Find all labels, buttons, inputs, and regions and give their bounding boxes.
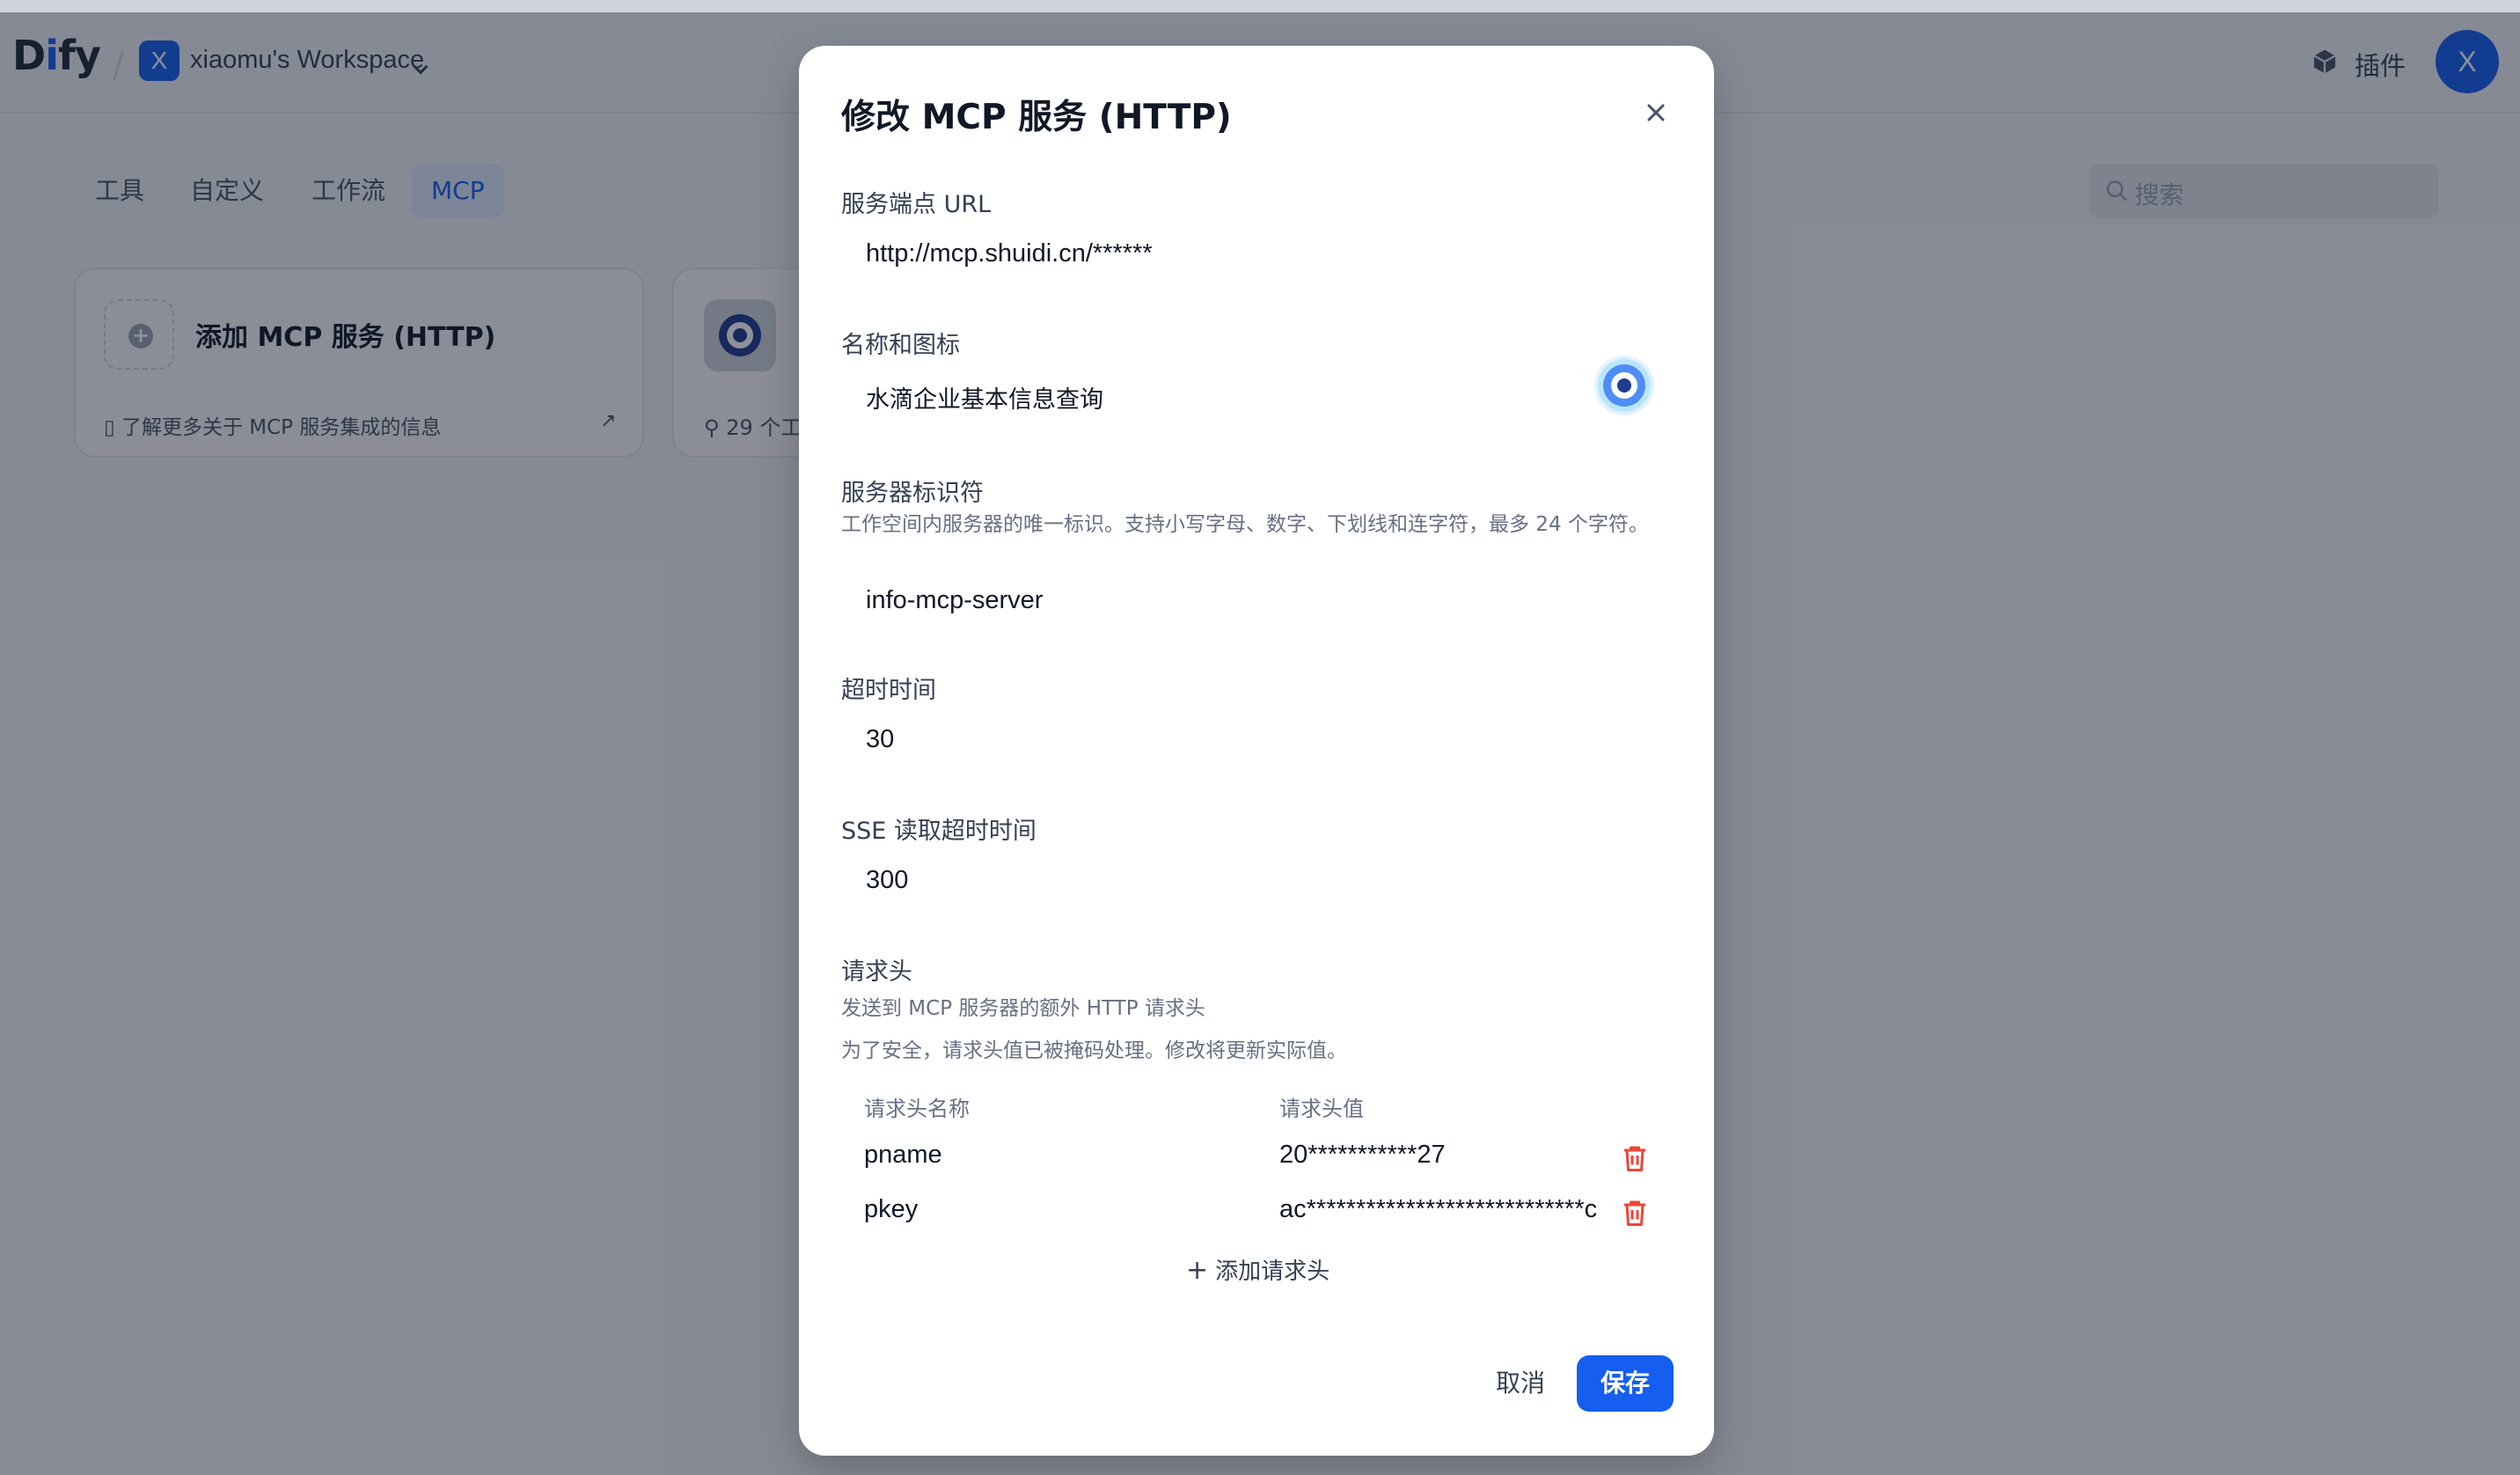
trash-icon[interactable] (1619, 1142, 1651, 1174)
cancel-button[interactable]: 取消 (1478, 1355, 1563, 1412)
close-icon[interactable] (1637, 93, 1675, 132)
plus-icon: + (1186, 1255, 1209, 1286)
header-name-input[interactable]: pname (864, 1141, 1234, 1170)
trash-icon[interactable] (1619, 1197, 1651, 1229)
name-value: 水滴企业基本信息查询 (866, 386, 1103, 414)
url-label: 服务端点 URL (841, 191, 992, 218)
add-header-button[interactable]: + 添加请求头 (1186, 1253, 1330, 1286)
add-header-label: 添加请求头 (1215, 1259, 1330, 1285)
eye-logo-icon (1598, 359, 1651, 412)
url-input[interactable]: http://mcp.shuidi.cn/****** (841, 227, 1668, 283)
server-id-label: 服务器标识符 (841, 480, 984, 507)
browser-top-strip (0, 0, 2520, 12)
headers-description: 发送到 MCP 服务器的额外 HTTP 请求头 (841, 997, 1205, 1020)
sse-timeout-value: 300 (866, 866, 909, 894)
server-icon-picker[interactable] (1594, 356, 1654, 415)
url-value: http://mcp.shuidi.cn/****** (866, 239, 1153, 268)
server-id-input[interactable]: info-mcp-server (841, 574, 1668, 630)
timeout-label: 超时时间 (841, 677, 936, 704)
server-id-value: info-mcp-server (866, 586, 1044, 614)
headers-security-note: 为了安全，请求头值已被掩码处理。修改将更新实际值。 (841, 1039, 1347, 1062)
timeout-input[interactable]: 30 (841, 713, 1668, 769)
header-name-column: 请求头名称 (864, 1097, 970, 1121)
sse-timeout-label: SSE 读取超时时间 (841, 818, 1037, 845)
server-id-description: 工作空间内服务器的唯一标识。支持小写字母、数字、下划线和连字符，最多 24 个字… (841, 513, 1649, 536)
save-button[interactable]: 保存 (1577, 1355, 1674, 1412)
header-value-column: 请求头值 (1279, 1097, 1364, 1121)
headers-label: 请求头 (841, 958, 912, 986)
timeout-value: 30 (866, 725, 895, 753)
header-value-input[interactable]: ac****************************c (1279, 1195, 1598, 1224)
name-input[interactable]: 水滴企业基本信息查询 (841, 368, 1570, 424)
name-label: 名称和图标 (841, 332, 960, 359)
modal-title: 修改 MCP 服务 (HTTP) (841, 98, 1232, 137)
header-name-input[interactable]: pkey (864, 1195, 1234, 1224)
edit-mcp-modal: 修改 MCP 服务 (HTTP) 服务端点 URL http://mcp.shu… (799, 46, 1714, 1456)
sse-timeout-input[interactable]: 300 (841, 854, 1668, 910)
header-value-input[interactable]: 20***********27 (1279, 1141, 1598, 1170)
